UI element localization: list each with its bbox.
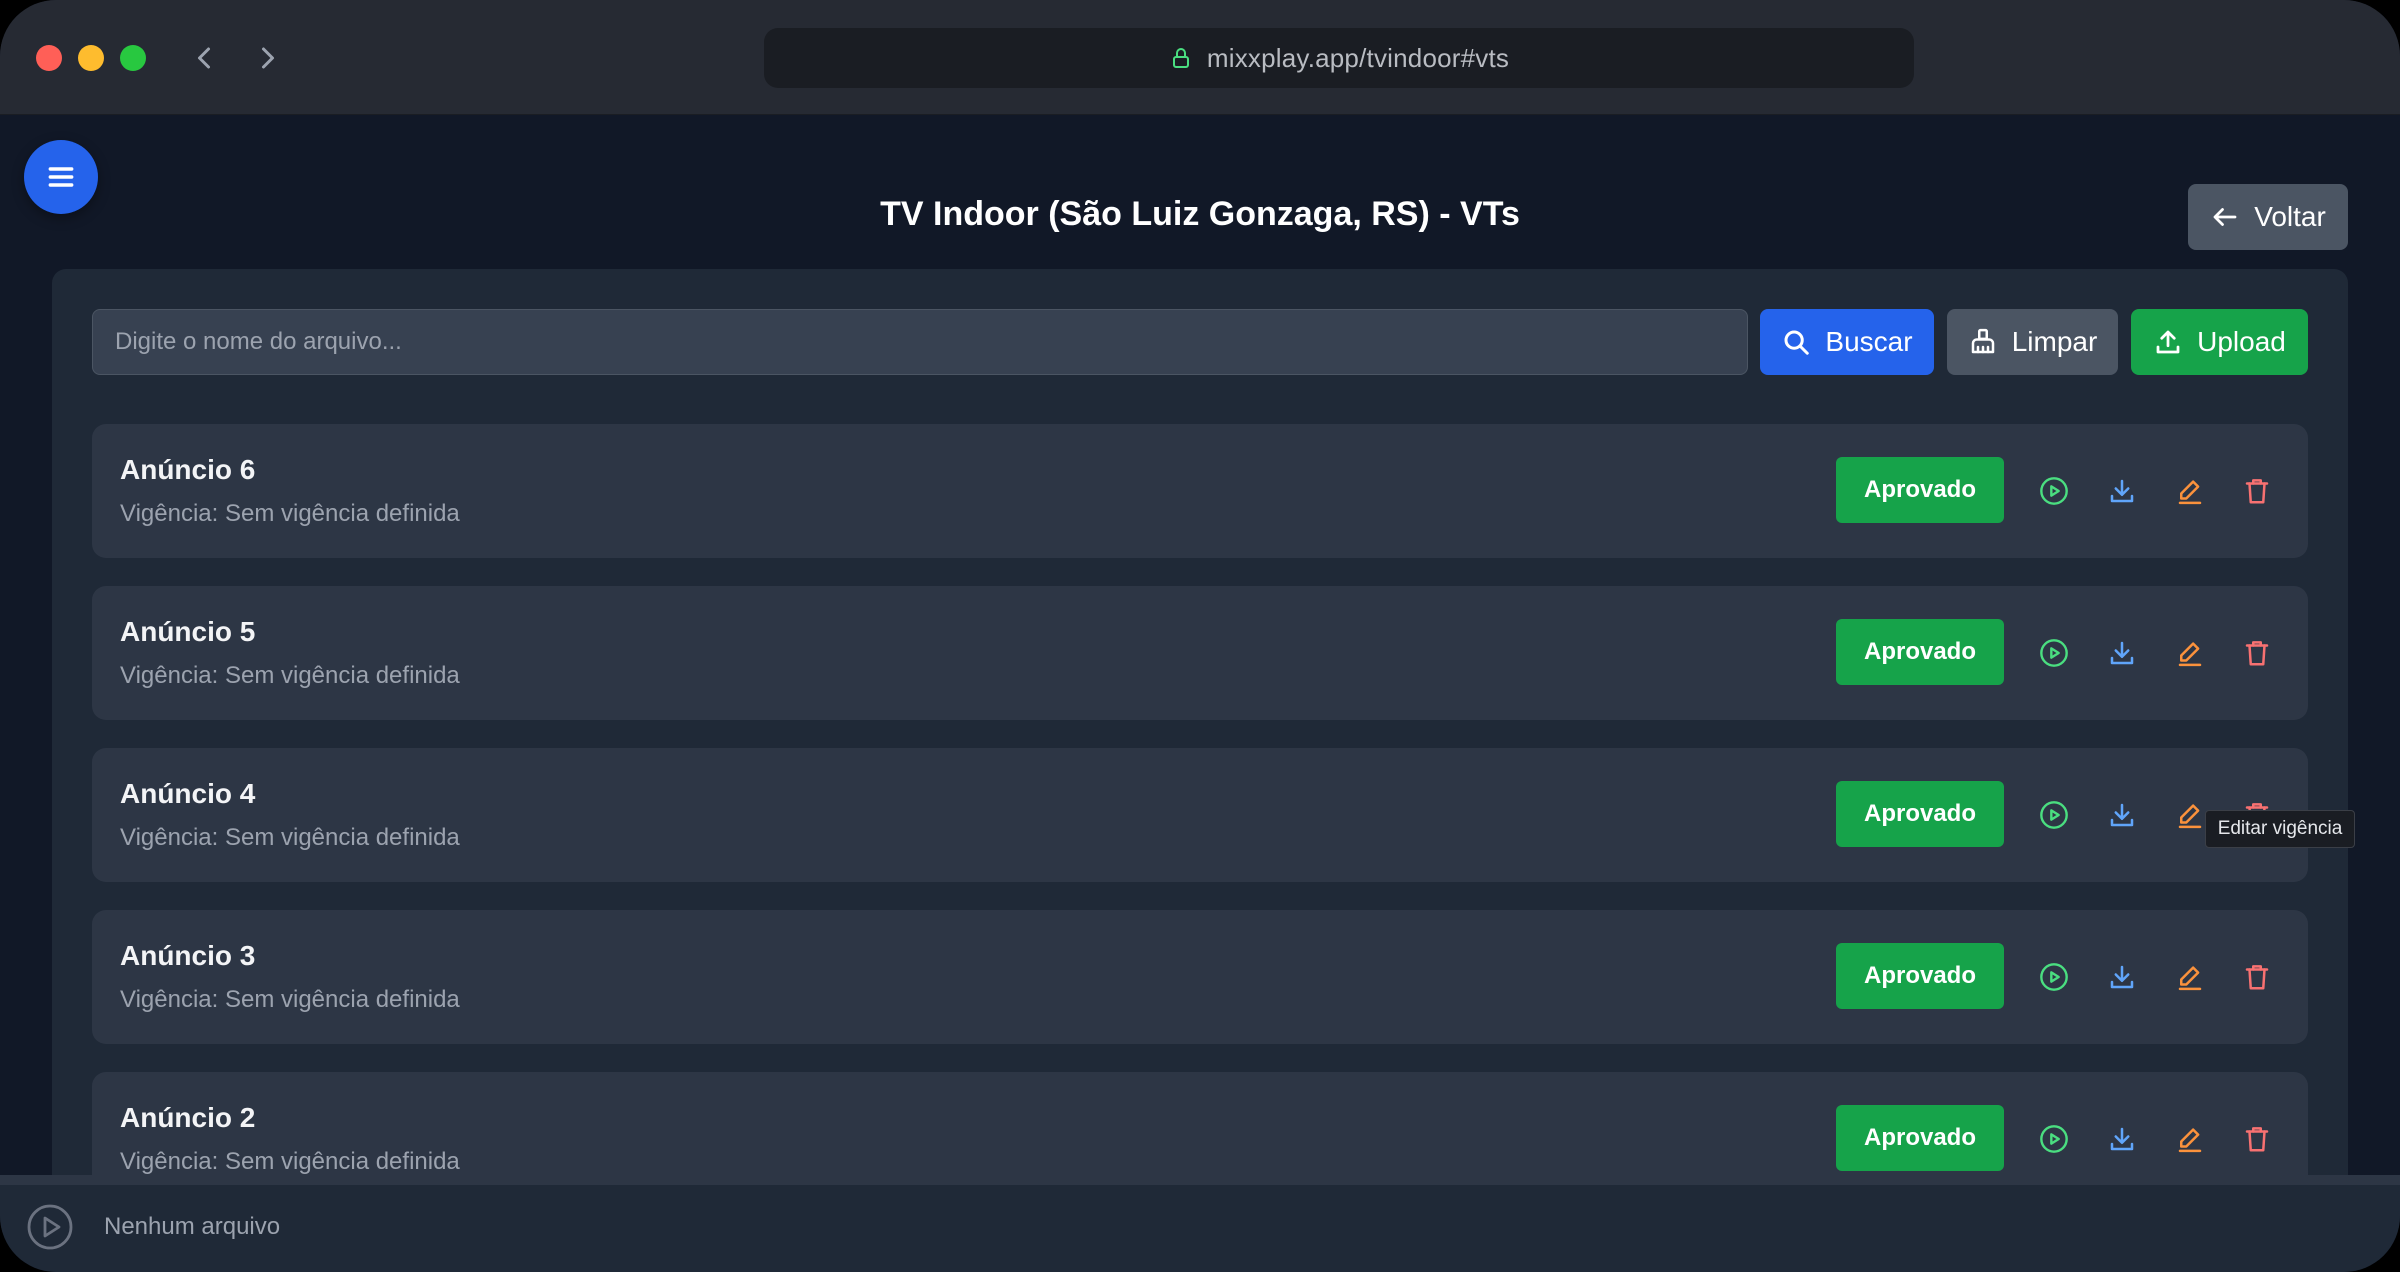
back-button[interactable]: Voltar [2188,184,2348,250]
play-circle-icon [2040,639,2068,667]
item-title: Anúncio 6 [120,454,256,485]
search-button-label: Buscar [1825,326,1913,357]
download-icon [2110,1127,2134,1151]
status-badge[interactable]: Aprovado [1836,943,2004,1009]
play-circle-icon [2040,1125,2068,1153]
status-badge[interactable]: Aprovado [1836,457,2004,523]
download-icon [2110,479,2134,503]
trash-icon [2245,479,2269,504]
hamburger-icon [48,167,74,187]
trash-icon [2245,965,2269,990]
address-bar[interactable]: mixxplay.app/tvindoor#vts [764,28,1914,88]
browser-window: mixxplay.app/tvindoor#vts TV Indoor (São… [0,0,2400,1272]
chevron-left-icon[interactable] [186,40,222,76]
item-title: Anúncio 5 [120,616,256,647]
edit-validity-button[interactable] [2171,796,2209,834]
download-button[interactable] [2103,472,2141,510]
delete-button[interactable] [2238,472,2276,510]
item-title: Anúncio 2 [120,1102,256,1133]
download-icon [2110,641,2134,665]
pencil-icon [2178,966,2202,991]
pencil-icon [2178,804,2202,829]
lock-icon [1172,48,1189,68]
clear-button-label: Limpar [2011,326,2098,357]
media-player-bar: Nenhum arquivo [0,1175,2400,1272]
upload-button[interactable]: Upload [2131,309,2308,375]
status-badge[interactable]: Aprovado [1836,619,2004,685]
player-status: Nenhum arquivo [104,1213,281,1240]
pencil-icon [2178,1128,2202,1153]
search-button[interactable]: Buscar [1760,309,1934,375]
item-validity: Vigência: Sem vigência definida [120,824,460,851]
download-button[interactable] [2103,1120,2141,1158]
address-url: mixxplay.app/tvindoor#vts [1206,42,1510,73]
play-button[interactable] [2035,634,2073,672]
search-input[interactable] [92,309,1748,375]
download-button[interactable] [2103,958,2141,996]
item-validity: Vigência: Sem vigência definida [120,986,460,1013]
upload-icon [2156,330,2180,354]
page-title: TV Indoor (São Luiz Gonzaga, RS) - VTs [880,195,1520,233]
download-icon [2110,965,2134,989]
play-circle-icon [2040,963,2068,991]
item-validity: Vigência: Sem vigência definida [120,662,460,689]
trash-icon [2245,1127,2269,1152]
item-title: Anúncio 4 [120,778,256,809]
play-button[interactable] [2035,958,2073,996]
delete-button[interactable] [2238,634,2276,672]
files-panel: Buscar Limpar Upload [52,269,2348,1229]
delete-button[interactable] [2238,1120,2276,1158]
delete-button[interactable] [2238,958,2276,996]
list-item: Anúncio 4 Vigência: Sem vigência definid… [92,748,2308,882]
close-window-button[interactable] [36,45,62,71]
item-validity: Vigência: Sem vigência definida [120,1148,460,1175]
magnifier-icon [1784,330,1810,355]
status-badge[interactable]: Aprovado [1836,781,2004,847]
download-button[interactable] [2103,634,2141,672]
play-button[interactable] [2035,1120,2073,1158]
edit-validity-button[interactable] [2171,1120,2209,1158]
edit-validity-button[interactable] [2171,472,2209,510]
list-item: Anúncio 3 Vigência: Sem vigência definid… [92,910,2308,1044]
pencil-icon [2178,480,2202,505]
play-circle-icon[interactable] [26,1203,74,1251]
play-button[interactable] [2035,796,2073,834]
play-button[interactable] [2035,472,2073,510]
download-icon [2110,803,2134,827]
status-badge[interactable]: Aprovado [1836,1105,2004,1171]
page-content: TV Indoor (São Luiz Gonzaga, RS) - VTs V… [0,115,2400,1229]
item-title: Anúncio 3 [120,940,256,971]
clear-button[interactable]: Limpar [1947,309,2118,375]
maximize-window-button[interactable] [120,45,146,71]
edit-validity-button[interactable] [2171,634,2209,672]
list-item: Anúncio 5 Vigência: Sem vigência definid… [92,586,2308,720]
upload-button-label: Upload [2197,326,2286,357]
chevron-right-icon[interactable] [250,40,286,76]
arrow-left-icon [2213,208,2237,226]
trash-icon [2245,641,2269,666]
broom-icon [1971,328,1994,354]
browser-chrome: mixxplay.app/tvindoor#vts [0,0,2400,115]
play-circle-icon [2040,477,2068,505]
play-circle-icon [2040,801,2068,829]
list-item: Anúncio 6 Vigência: Sem vigência definid… [92,424,2308,558]
minimize-window-button[interactable] [78,45,104,71]
edit-validity-tooltip: Editar vigência [2205,810,2355,848]
edit-validity-button[interactable] [2171,958,2209,996]
pencil-icon [2178,642,2202,667]
back-button-label: Voltar [2254,201,2326,232]
download-button[interactable] [2103,796,2141,834]
item-validity: Vigência: Sem vigência definida [120,500,460,527]
